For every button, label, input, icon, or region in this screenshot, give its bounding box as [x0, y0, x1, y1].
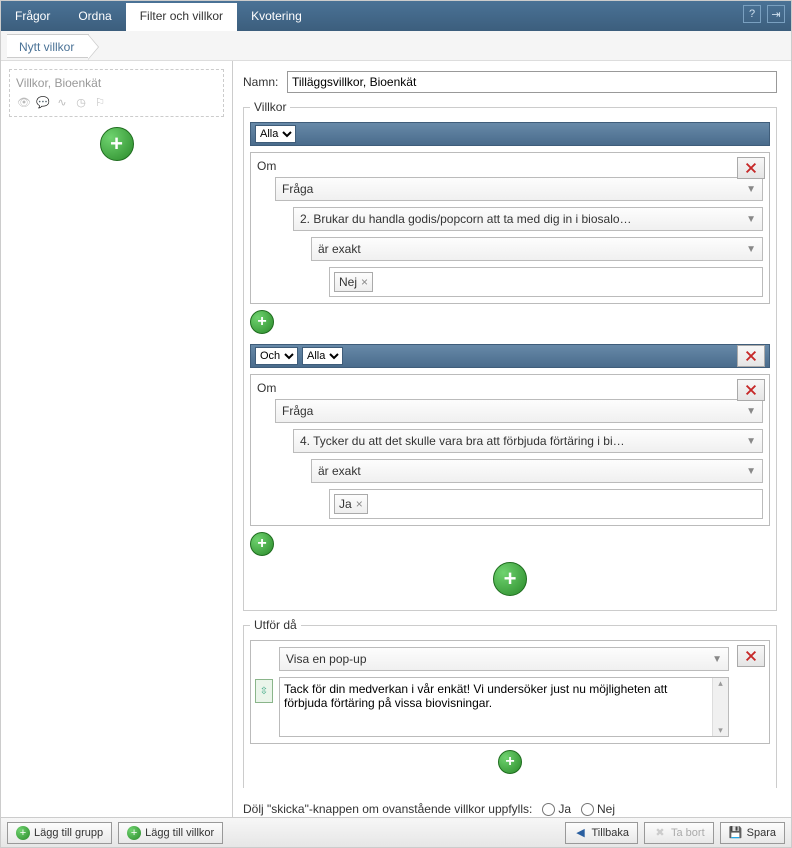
- eye-icon: 👁: [16, 94, 32, 110]
- back-button[interactable]: ◀ Tillbaka: [565, 822, 639, 844]
- close-icon: [744, 649, 758, 663]
- villkor-legend: Villkor: [250, 100, 290, 114]
- close-icon: [744, 383, 758, 397]
- hide-send-nej-radio[interactable]: [581, 803, 594, 816]
- chevron-down-icon: ▼: [746, 244, 756, 255]
- utfor-legend: Utför då: [250, 618, 301, 632]
- plus-icon: +: [127, 826, 141, 840]
- sidebar-add-button[interactable]: +: [100, 127, 134, 161]
- sidebar-card-title: Villkor, Bioenkät: [16, 76, 217, 90]
- top-tabs: Frågor Ordna Filter och villkor Kvoterin…: [1, 1, 791, 31]
- close-icon: [744, 349, 758, 363]
- condition1-question-select[interactable]: 2. Brukar du handla godis/popcorn att ta…: [293, 207, 763, 231]
- plus-icon: +: [505, 753, 514, 771]
- condition1-type-select[interactable]: Fråga ▼: [275, 177, 763, 201]
- plus-icon: +: [504, 566, 517, 592]
- condition2-type-select[interactable]: Fråga ▼: [275, 399, 763, 423]
- condition1-add-button[interactable]: +: [250, 310, 274, 334]
- tab-filter-villkor[interactable]: Filter och villkor: [126, 1, 237, 31]
- sidebar-card[interactable]: Villkor, Bioenkät 👁 💬 ∿ ◷ ⚐: [9, 69, 224, 117]
- add-condition-button[interactable]: + Lägg till villkor: [118, 822, 223, 844]
- condition2-add-button[interactable]: +: [250, 532, 274, 556]
- action-text-input[interactable]: Tack för din medverkan i vår enkät! Vi u…: [280, 678, 712, 736]
- condition2-value-box[interactable]: Ja ×: [329, 489, 763, 519]
- action-type-select[interactable]: Visa en pop-up ▼: [279, 647, 729, 671]
- plus-icon: +: [257, 313, 266, 331]
- condition1-operator-select[interactable]: är exakt ▼: [311, 237, 763, 261]
- hide-send-row: Dölj "skicka"-knappen om ovanstående vil…: [243, 802, 777, 816]
- action-block: ⇳ Visa en pop-up ▼ Tack för din medverka…: [250, 640, 770, 744]
- breadcrumb: Nytt villkor: [1, 31, 791, 61]
- name-label: Namn:: [243, 75, 287, 89]
- condition2-om-label: Om: [257, 381, 763, 395]
- scroll-down-icon: ▾: [713, 725, 728, 736]
- chevron-down-icon: ▼: [746, 406, 756, 417]
- hide-send-nej[interactable]: Nej: [581, 802, 615, 816]
- chevron-down-icon: ▼: [746, 466, 756, 477]
- condition2-value-tag: Ja ×: [334, 494, 368, 514]
- chevron-down-icon: ▼: [712, 654, 722, 665]
- tab-kvotering[interactable]: Kvotering: [237, 1, 316, 31]
- hide-send-ja-radio[interactable]: [542, 803, 555, 816]
- condition1-block: Om Fråga ▼ 2. Brukar du handla godis/pop…: [250, 152, 770, 304]
- save-icon: 💾: [729, 826, 743, 840]
- utfor-fieldset: Utför då ⇳ Visa en pop-up ▼: [243, 625, 777, 788]
- plus-icon: +: [110, 131, 123, 157]
- name-input[interactable]: [287, 71, 777, 93]
- tag-remove-icon[interactable]: ×: [361, 275, 368, 289]
- delete-icon: ✖: [653, 826, 667, 840]
- condition2-delete-button[interactable]: [737, 379, 765, 401]
- chevron-down-icon: ▼: [746, 184, 756, 195]
- condition2-operator-select[interactable]: är exakt ▼: [311, 459, 763, 483]
- move-icon: ⇳: [260, 686, 268, 697]
- condition2-header-delete-button[interactable]: [737, 345, 765, 367]
- back-icon: ◀: [574, 826, 588, 840]
- sidebar: Villkor, Bioenkät 👁 💬 ∿ ◷ ⚐ +: [1, 61, 233, 817]
- textarea-scrollbar[interactable]: ▴ ▾: [712, 678, 728, 736]
- add-group-button[interactable]: + Lägg till grupp: [7, 822, 112, 844]
- condition1-all-select[interactable]: Alla: [255, 125, 296, 143]
- condition1-header: Alla: [250, 122, 770, 146]
- breadcrumb-nytt-villkor[interactable]: Nytt villkor: [7, 34, 89, 58]
- content: Namn: Villkor Alla Om: [233, 61, 791, 817]
- plus-icon: +: [257, 535, 266, 553]
- close-icon: [744, 161, 758, 175]
- condition2-header: Och Alla: [250, 344, 770, 368]
- condition1-om-label: Om: [257, 159, 763, 173]
- condition1-value-tag: Nej ×: [334, 272, 373, 292]
- scroll-up-icon: ▴: [713, 678, 728, 689]
- tab-fragor[interactable]: Frågor: [1, 1, 64, 31]
- chevron-down-icon: ▼: [746, 214, 756, 225]
- delete-button[interactable]: ✖ Ta bort: [644, 822, 714, 844]
- action-delete-button[interactable]: [737, 645, 765, 667]
- hide-send-ja[interactable]: Ja: [542, 802, 571, 816]
- condition2-question-select[interactable]: 4. Tycker du att det skulle vara bra att…: [293, 429, 763, 453]
- condition2-all-select[interactable]: Alla: [302, 347, 343, 365]
- save-button[interactable]: 💾 Spara: [720, 822, 785, 844]
- footer: + Lägg till grupp + Lägg till villkor ◀ …: [1, 817, 791, 847]
- plus-icon: +: [16, 826, 30, 840]
- villkor-add-group-button[interactable]: +: [493, 562, 527, 596]
- globe-icon: ◷: [73, 94, 89, 110]
- tab-ordna[interactable]: Ordna: [64, 1, 125, 31]
- condition2-join-select[interactable]: Och: [255, 347, 298, 365]
- action-move-handle[interactable]: ⇳: [255, 679, 273, 703]
- hide-send-label: Dölj "skicka"-knappen om ovanstående vil…: [243, 802, 532, 816]
- condition1-delete-button[interactable]: [737, 157, 765, 179]
- villkor-fieldset: Villkor Alla Om Fråga ▼: [243, 107, 777, 611]
- chevron-down-icon: ▼: [746, 436, 756, 447]
- link-icon: ∿: [54, 94, 70, 110]
- condition2-block: Om Fråga ▼ 4. Tycker du att det skulle v…: [250, 374, 770, 526]
- chat-icon: 💬: [35, 94, 51, 110]
- tag-remove-icon[interactable]: ×: [356, 497, 363, 511]
- flag-icon: ⚐: [92, 94, 108, 110]
- utfor-add-button[interactable]: +: [498, 750, 522, 774]
- help-icon[interactable]: ?: [743, 5, 761, 23]
- condition1-value-box[interactable]: Nej ×: [329, 267, 763, 297]
- exit-icon[interactable]: ⇥: [767, 5, 785, 23]
